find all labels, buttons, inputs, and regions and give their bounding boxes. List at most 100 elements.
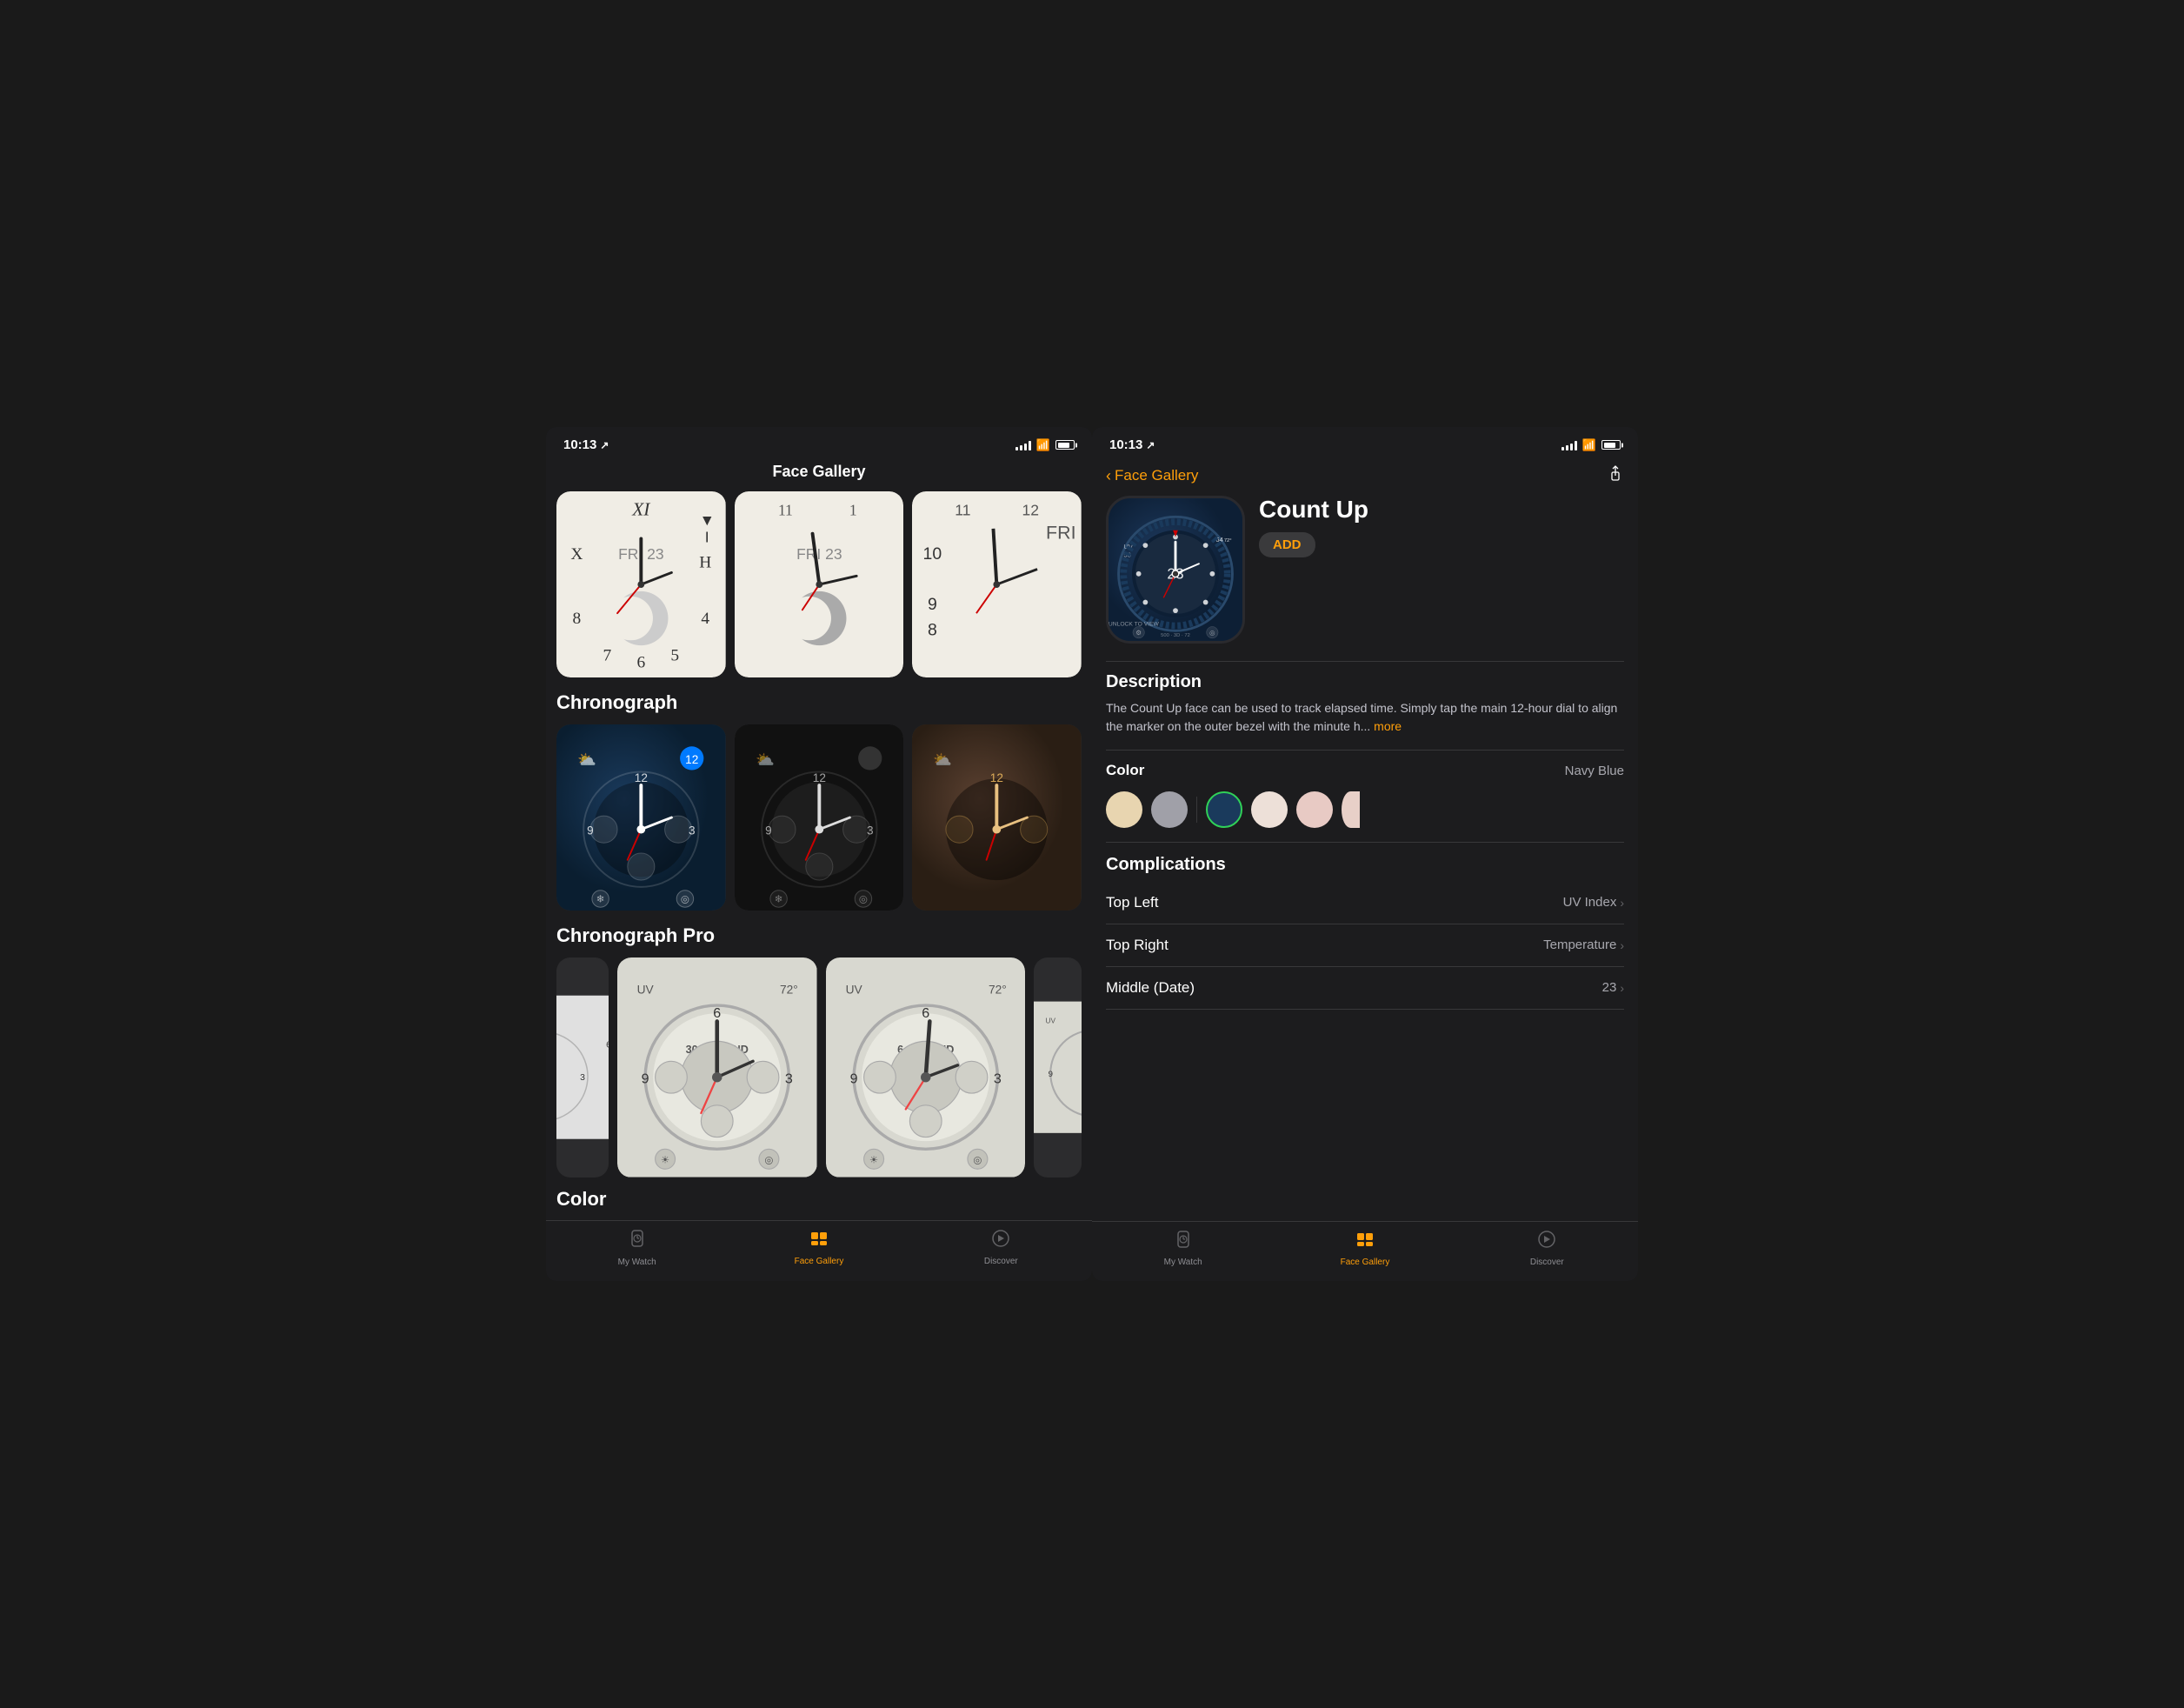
svg-text:6: 6 xyxy=(606,1040,609,1051)
share-button[interactable] xyxy=(1607,464,1624,487)
chron-blue-svg: ⛅ 12 12 xyxy=(556,724,726,911)
left-my-watch-icon xyxy=(627,1228,648,1255)
right-my-watch-icon xyxy=(1173,1229,1194,1255)
left-location-icon: ↗ xyxy=(600,439,609,451)
back-button[interactable]: ‹ Face Gallery xyxy=(1106,467,1198,485)
add-button[interactable]: ADD xyxy=(1259,532,1315,557)
right-tab-my-watch[interactable]: My Watch xyxy=(1092,1229,1274,1267)
left-tab-bar: My Watch Face Gallery xyxy=(546,1220,1092,1281)
svg-text:9: 9 xyxy=(642,1071,649,1087)
watch-face-chron-pro-2[interactable]: UV 72° 6-SECOND 6 3 9 xyxy=(826,957,1026,1177)
svg-text:⛅: ⛅ xyxy=(756,751,775,769)
chronograph-pro-row: 3 6 UV 72° xyxy=(556,957,1082,1177)
svg-text:500 · 3D · 72: 500 · 3D · 72 xyxy=(1161,633,1190,638)
left-signal-icon xyxy=(1015,440,1031,450)
left-discover-label: Discover xyxy=(984,1257,1018,1266)
svg-text:12: 12 xyxy=(812,771,825,784)
color-label: Color xyxy=(1106,762,1144,779)
watch-face-numerals-1[interactable]: XI ▼ I X FRI 23 H 8 4 7 6 xyxy=(556,491,726,677)
left-time: 10:13 xyxy=(563,437,596,452)
chron-dark-svg: ⛅ 12 3 9 xyxy=(735,724,904,911)
svg-text:72°: 72° xyxy=(780,984,798,997)
left-tab-face-gallery[interactable]: Face Gallery xyxy=(728,1228,909,1267)
svg-text:UV: UV xyxy=(1046,1017,1056,1025)
left-tab-discover[interactable]: Discover xyxy=(910,1228,1092,1267)
swatch-gray[interactable] xyxy=(1151,791,1188,828)
swatch-light-pink[interactable] xyxy=(1251,791,1288,828)
right-signal-icon xyxy=(1561,440,1577,450)
watch-preview-row: UV 50 64 72° xyxy=(1106,496,1624,644)
swatch-divider xyxy=(1196,797,1197,823)
svg-text:4: 4 xyxy=(701,610,709,628)
swatch-navy[interactable] xyxy=(1206,791,1242,828)
top-left-label: Top Left xyxy=(1106,894,1159,911)
right-status-time-area: 10:13 ↗ xyxy=(1109,437,1155,452)
description-divider xyxy=(1106,661,1624,662)
watch-face-chron-brown[interactable]: ⛅ 12 xyxy=(912,724,1082,911)
watch-face-chron-blue[interactable]: ⛅ 12 12 xyxy=(556,724,726,911)
svg-text:◎: ◎ xyxy=(764,1156,773,1166)
left-tab-my-watch[interactable]: My Watch xyxy=(546,1228,728,1267)
chron-pro-partial-svg: 3 6 xyxy=(556,957,609,1177)
detail-header: ‹ Face Gallery xyxy=(1092,459,1638,496)
svg-text:7: 7 xyxy=(603,647,612,665)
right-screen: 10:13 ↗ 📶 ‹ Face Gallery xyxy=(1092,427,1638,1281)
face-name: Count Up xyxy=(1259,496,1624,524)
face-info: Count Up ADD xyxy=(1259,496,1624,557)
complication-top-right[interactable]: Top Right Temperature › xyxy=(1106,924,1624,967)
left-wifi-icon: 📶 xyxy=(1036,438,1050,452)
top-left-chevron: › xyxy=(1620,896,1624,910)
svg-text:9: 9 xyxy=(928,595,937,614)
svg-text:X: X xyxy=(570,545,583,564)
watch-face-chron-dark[interactable]: ⛅ 12 3 9 xyxy=(735,724,904,911)
watch-face-numerals-partial[interactable]: 11 12 10 FRI 9 8 xyxy=(912,491,1082,677)
svg-text:12: 12 xyxy=(635,771,648,784)
swatch-rose[interactable] xyxy=(1296,791,1333,828)
complication-middle-date[interactable]: Middle (Date) 23 › xyxy=(1106,967,1624,1010)
svg-text:11: 11 xyxy=(956,501,971,518)
right-status-icons: 📶 xyxy=(1561,438,1621,452)
right-tab-face-gallery[interactable]: Face Gallery xyxy=(1274,1229,1455,1267)
watch-preview-image: UV 50 64 72° xyxy=(1106,496,1245,644)
watch-face-chron-pro-partial[interactable]: 3 6 xyxy=(556,957,609,1177)
svg-text:☀: ☀ xyxy=(869,1156,877,1166)
watch-face-numerals-2[interactable]: FRI 23 11 1 xyxy=(735,491,904,677)
back-chevron-icon: ‹ xyxy=(1106,467,1111,485)
chron-pro-2-svg: UV 72° 6-SECOND 6 3 9 xyxy=(826,957,1026,1177)
left-face-gallery-label: Face Gallery xyxy=(795,1257,844,1266)
right-time: 10:13 xyxy=(1109,437,1142,452)
chron-pro-3-svg: UV 9 xyxy=(1034,957,1082,1177)
left-battery-icon xyxy=(1055,440,1075,450)
right-battery-icon xyxy=(1601,440,1621,450)
svg-text:❄: ❄ xyxy=(774,894,782,905)
top-right-chevron: › xyxy=(1620,938,1624,952)
color-section: Color Navy Blue xyxy=(1106,762,1624,828)
chron-pro-1-svg: UV 72° 30-SECOND xyxy=(617,957,817,1177)
color-divider xyxy=(1106,750,1624,751)
swatch-cream[interactable] xyxy=(1106,791,1142,828)
description-title: Description xyxy=(1106,672,1624,692)
svg-text:FRI 23: FRI 23 xyxy=(796,545,842,563)
svg-text:3: 3 xyxy=(689,824,696,837)
watch-face-chron-pro-1[interactable]: UV 72° 30-SECOND xyxy=(617,957,817,1177)
left-scroll-content[interactable]: XI ▼ I X FRI 23 H 8 4 7 6 xyxy=(546,491,1092,1220)
left-status-icons: 📶 xyxy=(1015,438,1075,452)
complication-top-left[interactable]: Top Left UV Index › xyxy=(1106,882,1624,924)
color-row-header: Color Navy Blue xyxy=(1106,762,1624,779)
chron-brown-svg: ⛅ 12 xyxy=(912,724,1082,911)
complications-divider xyxy=(1106,842,1624,843)
svg-text:3: 3 xyxy=(785,1071,793,1087)
swatch-partial[interactable] xyxy=(1342,791,1360,828)
complications-section: Complications Top Left UV Index › Top Ri… xyxy=(1106,855,1624,1010)
chronograph-pro-label: Chronograph Pro xyxy=(556,924,1082,947)
watch-face-chron-pro-3-partial[interactable]: UV 9 xyxy=(1034,957,1082,1177)
svg-text:12: 12 xyxy=(685,753,698,766)
more-link[interactable]: more xyxy=(1374,719,1402,733)
svg-text:I: I xyxy=(705,528,709,545)
top-right-value: Temperature › xyxy=(1543,937,1624,952)
right-tab-discover[interactable]: Discover xyxy=(1456,1229,1638,1267)
description-text: The Count Up face can be used to track e… xyxy=(1106,699,1624,736)
svg-text:⚙: ⚙ xyxy=(1135,629,1142,637)
svg-text:10: 10 xyxy=(923,544,942,564)
svg-text:9: 9 xyxy=(1049,1070,1053,1079)
